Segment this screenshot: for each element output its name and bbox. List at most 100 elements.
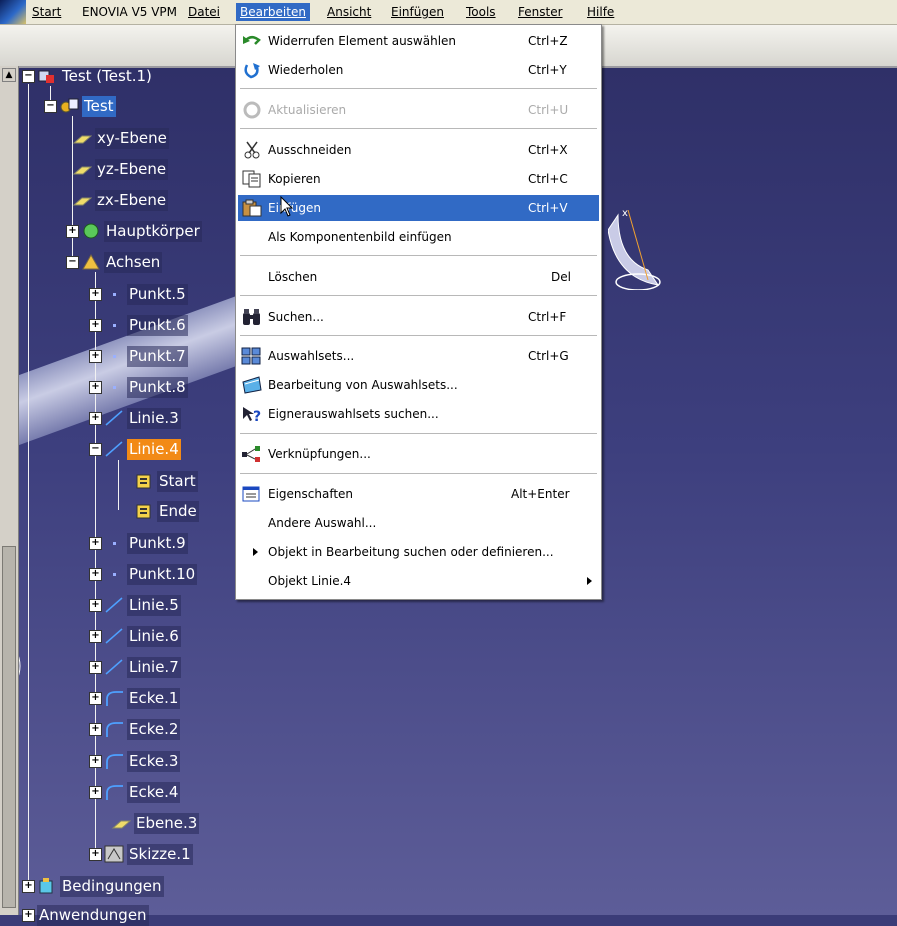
collapse-icon[interactable]: − <box>44 99 57 113</box>
scrollbar-thumb[interactable] <box>2 546 16 908</box>
menu-ansicht[interactable]: Ansicht <box>323 3 375 21</box>
expand-icon[interactable]: + <box>89 722 102 736</box>
point-icon <box>104 534 124 552</box>
plane-icon <box>72 191 93 209</box>
tree-line[interactable]: + Linie.6 <box>89 625 181 647</box>
expand-icon[interactable]: + <box>89 287 102 301</box>
tree-point[interactable]: + Punkt.7 <box>89 345 188 367</box>
tree-corner[interactable]: + Ecke.4 <box>89 781 181 803</box>
tree-point[interactable]: + Punkt.8 <box>89 376 188 398</box>
menu-item-paste-as-image[interactable]: Als Komponentenbild einfügen <box>238 224 599 250</box>
menu-item-cut[interactable]: Ausschneiden Ctrl+X <box>238 137 599 163</box>
menu-item-properties[interactable]: Eigenschaften Alt+Enter <box>238 481 599 507</box>
tree-corner[interactable]: + Ecke.2 <box>89 718 181 740</box>
tree-line-selected[interactable]: − Linie.4 <box>89 438 181 460</box>
tree-corner[interactable]: + Ecke.3 <box>89 750 181 772</box>
expand-icon[interactable]: + <box>89 380 102 394</box>
menu-datei[interactable]: Datei <box>184 3 224 21</box>
plane-icon <box>111 814 132 832</box>
menu-bearbeiten[interactable]: Bearbeiten <box>236 3 310 21</box>
menu-item-edit-selection-sets[interactable]: Bearbeitung von Auswahlsets... <box>238 372 599 398</box>
tree-applications[interactable]: + Anwendungen <box>22 904 149 926</box>
menu-item-search[interactable]: Suchen... Ctrl+F <box>238 304 599 330</box>
collapse-icon[interactable]: − <box>66 255 79 269</box>
menu-fenster[interactable]: Fenster <box>514 3 567 21</box>
tree-point-label: Punkt.10 <box>127 563 198 585</box>
line-icon <box>104 627 124 645</box>
tree-param-label: Start <box>157 470 198 492</box>
collapse-icon[interactable]: − <box>22 69 35 83</box>
tree-point-label: Punkt.7 <box>127 345 188 367</box>
expand-icon[interactable]: + <box>89 598 102 612</box>
tree-plane-zx[interactable]: zx-Ebene <box>72 189 169 211</box>
tree-point[interactable]: + Punkt.5 <box>89 283 188 305</box>
expand-icon[interactable]: + <box>22 908 35 922</box>
expand-icon[interactable]: + <box>89 567 102 581</box>
expand-icon[interactable]: + <box>89 411 102 425</box>
menu-item-links[interactable]: Verknüpfungen... <box>238 441 599 467</box>
menu-item-label: Eignerauswahlsets suchen... <box>268 407 439 421</box>
expand-icon[interactable]: + <box>89 536 102 550</box>
tree-plane-yz[interactable]: yz-Ebene <box>72 158 169 180</box>
menu-item-selection-sets[interactable]: Auswahlsets... Ctrl+G <box>238 343 599 369</box>
expand-icon[interactable]: + <box>89 349 102 363</box>
tree-line[interactable]: + Linie.5 <box>89 594 181 616</box>
edit-sets-icon <box>241 376 263 394</box>
tree-sketch[interactable]: + Skizze.1 <box>89 843 193 865</box>
expand-icon[interactable]: + <box>89 660 102 674</box>
expand-icon[interactable]: + <box>89 318 102 332</box>
menu-item-copy[interactable]: Kopieren Ctrl+C <box>238 166 599 192</box>
tree-geoset[interactable]: − Achsen <box>66 251 163 273</box>
menu-bar: Start ENOVIA V5 VPM Datei Bearbeiten Ans… <box>0 0 897 25</box>
tree-point[interactable]: + Punkt.10 <box>89 563 198 585</box>
menu-item-shortcut: Ctrl+Z <box>528 34 568 48</box>
catia-logo-icon[interactable] <box>0 0 26 24</box>
menu-item-shortcut: Ctrl+V <box>528 201 568 215</box>
menu-item-other-selection[interactable]: Andere Auswahl... <box>238 510 599 536</box>
expand-icon[interactable]: + <box>89 847 102 861</box>
plane-icon <box>72 129 93 147</box>
tree-plane-xy[interactable]: xy-Ebene <box>72 127 169 149</box>
menu-start[interactable]: Start <box>28 3 65 21</box>
tree-scrollbar[interactable]: ▲ <box>0 66 19 915</box>
expand-icon[interactable]: + <box>89 691 102 705</box>
collapse-icon[interactable]: − <box>89 442 102 456</box>
menu-item-label: Suchen... <box>268 310 324 324</box>
expand-icon[interactable]: + <box>89 785 102 799</box>
product-icon <box>37 67 57 85</box>
menu-separator <box>240 295 597 297</box>
menu-item-shortcut: Ctrl+G <box>528 349 569 363</box>
tree-line-end[interactable]: Ende <box>134 500 199 522</box>
tree-point[interactable]: + Punkt.9 <box>89 532 188 554</box>
menu-item-find-object[interactable]: Objekt in Bearbeitung suchen oder defini… <box>238 539 599 565</box>
menu-item-delete[interactable]: Löschen Del <box>238 264 599 290</box>
tree-sketch-label: Skizze.1 <box>127 843 193 865</box>
tree-line[interactable]: + Linie.3 <box>89 407 181 429</box>
menu-item-undo[interactable]: Widerrufen Element auswählen Ctrl+Z <box>238 28 599 54</box>
expand-icon[interactable]: + <box>89 754 102 768</box>
menu-item-redo[interactable]: Wiederholen Ctrl+Y <box>238 57 599 83</box>
tree-constraints[interactable]: + Bedingungen <box>22 875 164 897</box>
tree-line[interactable]: + Linie.7 <box>89 656 181 678</box>
tree-body[interactable]: + Hauptkörper <box>66 220 202 242</box>
tree-root[interactable]: − Test (Test.1) <box>22 65 154 87</box>
menu-item-object-submenu[interactable]: Objekt Linie.4 <box>238 568 599 594</box>
tree-line-start[interactable]: Start <box>134 470 198 492</box>
parameter-icon <box>134 472 154 490</box>
tree-point[interactable]: + Punkt.6 <box>89 314 188 336</box>
expand-icon[interactable]: + <box>89 629 102 643</box>
menu-enovia[interactable]: ENOVIA V5 VPM <box>78 3 181 21</box>
scroll-up-arrow-icon[interactable]: ▲ <box>2 68 16 82</box>
menu-hilfe[interactable]: Hilfe <box>583 3 618 21</box>
tree-part[interactable]: − Test <box>44 95 116 117</box>
menu-item-owner-sets[interactable]: ? Eignerauswahlsets suchen... <box>238 401 599 427</box>
tree-point-label: Punkt.8 <box>127 376 188 398</box>
expand-icon[interactable]: + <box>66 224 79 238</box>
menu-einfuegen[interactable]: Einfügen <box>387 3 448 21</box>
tree-corner[interactable]: + Ecke.1 <box>89 687 181 709</box>
expand-icon[interactable]: + <box>22 879 35 893</box>
tree-point-label: Punkt.6 <box>127 314 188 336</box>
tree-line-label: Linie.7 <box>127 656 181 678</box>
menu-tools[interactable]: Tools <box>462 3 500 21</box>
tree-plane-3[interactable]: Ebene.3 <box>111 812 200 834</box>
